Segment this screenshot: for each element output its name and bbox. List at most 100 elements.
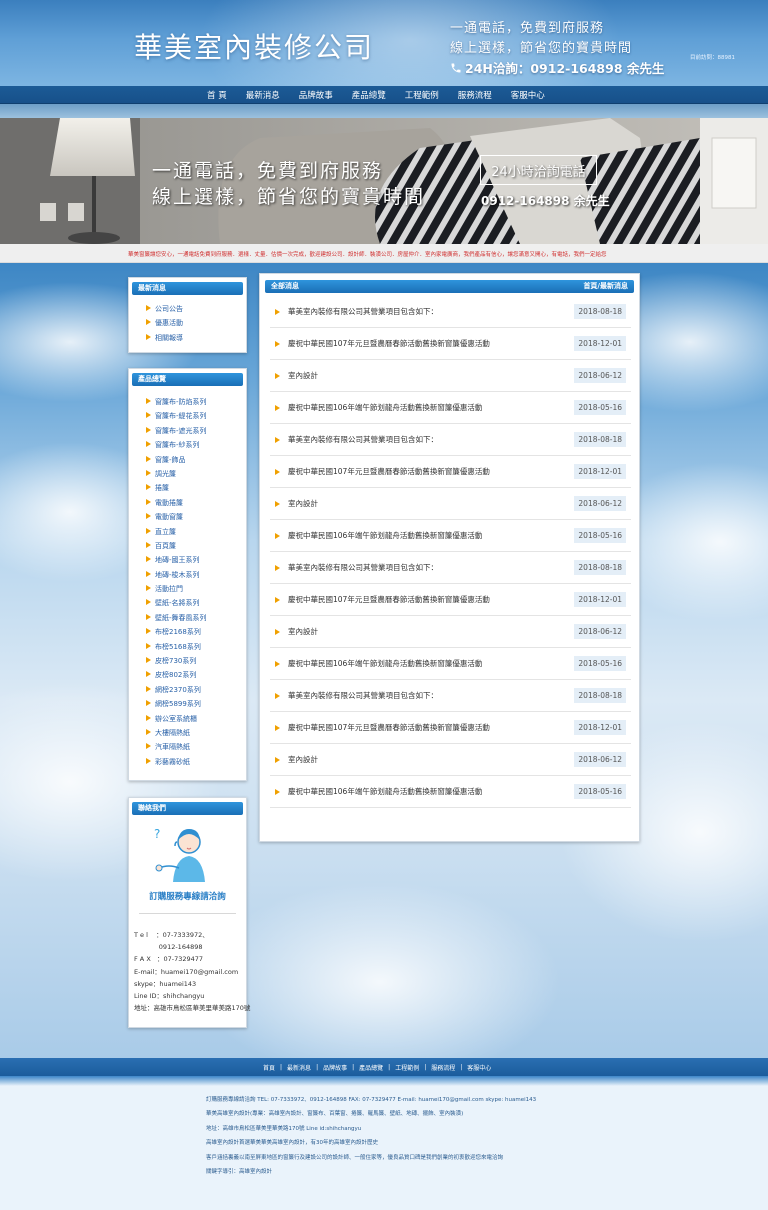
sidebar-product-item[interactable]: 網榜2370系列 <box>146 683 207 697</box>
sidebar-product-item[interactable]: 彩藝霧砂紙 <box>146 755 207 769</box>
news-row[interactable]: 慶祝中華民國106年端午節划龍舟活動舊換新窗簾優惠活動 2018-05-16 <box>270 392 631 424</box>
news-row-title[interactable]: 室內設計 <box>288 626 318 637</box>
news-row[interactable]: 慶祝中華民國107年元旦暨農曆春節活動舊換新窗簾優惠活動 2018-12-01 <box>270 712 631 744</box>
sidebar-news-item[interactable]: 公司公告 <box>146 302 183 316</box>
sidebar-product-item[interactable]: 電動捲簾 <box>146 496 207 510</box>
sidebar-product-item[interactable]: 窗簾布-遮光系列 <box>146 424 207 438</box>
sidebar-product-item[interactable]: 窗簾布-防焰系列 <box>146 395 207 409</box>
sidebar-product-item[interactable]: 窗簾布-紗系列 <box>146 438 207 452</box>
nav-item-brand-story[interactable]: 品牌故事 <box>299 89 333 101</box>
footer-nav-item[interactable]: 最新消息 <box>287 1063 311 1072</box>
sidebar-product-item[interactable]: 百頁簾 <box>146 539 207 553</box>
bullet-arrow-icon <box>146 441 151 448</box>
sidebar-product-item[interactable]: 布榜2168系列 <box>146 625 207 639</box>
news-row-title[interactable]: 華美室內裝修有限公司其營業項目包含如下： <box>288 306 438 317</box>
sidebar-product-item[interactable]: 地磚-梭木系列 <box>146 568 207 582</box>
footer-line-keywords: 關鍵字導引：高雄室內設計 <box>206 1169 273 1176</box>
nav-item-products[interactable]: 產品總覽 <box>352 89 386 101</box>
news-row[interactable]: 室內設計 2018-06-12 <box>270 744 631 776</box>
sidebar-product-item[interactable]: 電動窗簾 <box>146 510 207 524</box>
sidebar-product-item[interactable]: 皮榜730系列 <box>146 654 207 668</box>
news-row[interactable]: 室內設計 2018-06-12 <box>270 360 631 392</box>
footer-nav-item[interactable]: 品牌故事 <box>323 1063 347 1072</box>
news-row[interactable]: 室內設計 2018-06-12 <box>270 616 631 648</box>
sidebar-product-item[interactable]: 網榜5899系列 <box>146 697 207 711</box>
sidebar-product-item-label: 布榜2168系列 <box>155 628 201 637</box>
news-row[interactable]: 華美室內裝修有限公司其營業項目包含如下： 2018-08-18 <box>270 296 631 328</box>
sidebar-product-item[interactable]: 地磚-國王系列 <box>146 553 207 567</box>
news-row-title[interactable]: 華美室內裝修有限公司其營業項目包含如下： <box>288 690 438 701</box>
nav-item-home[interactable]: 首 頁 <box>207 89 227 101</box>
sidebar-product-item-label: 皮榜802系列 <box>155 671 197 680</box>
sidebar-product-item[interactable]: 皮榜802系列 <box>146 668 207 682</box>
sidebar-product-item[interactable]: 窗簾布-緹花系列 <box>146 409 207 423</box>
sidebar-product-item[interactable]: 辦公室系統櫃 <box>146 712 207 726</box>
news-row-title[interactable]: 慶祝中華民國106年端午節划龍舟活動舊換新窗簾優惠活動 <box>288 786 482 797</box>
news-row-title[interactable]: 慶祝中華民國107年元旦暨農曆春節活動舊換新窗簾優惠活動 <box>288 594 490 605</box>
site-title[interactable]: 華美室內裝修公司 <box>134 26 374 66</box>
news-row[interactable]: 室內設計 2018-06-12 <box>270 488 631 520</box>
sidebar-product-item[interactable]: 捲簾 <box>146 481 207 495</box>
news-row-left: 華美室內裝修有限公司其營業項目包含如下： <box>270 690 438 701</box>
footer-nav-item[interactable]: 工程範例 <box>395 1063 419 1072</box>
news-row-title[interactable]: 慶祝中華民國106年端午節划龍舟活動舊換新窗簾優惠活動 <box>288 402 482 413</box>
sidebar-news-item[interactable]: 優惠活動 <box>146 316 183 330</box>
news-row[interactable]: 華美室內裝修有限公司其營業項目包含如下： 2018-08-18 <box>270 424 631 456</box>
footer-shade <box>0 1076 768 1086</box>
bullet-arrow-icon <box>275 756 280 763</box>
news-row-title[interactable]: 華美室內裝修有限公司其營業項目包含如下： <box>288 562 438 573</box>
news-row[interactable]: 慶祝中華民國107年元旦暨農曆春節活動舊換新窗簾優惠活動 2018-12-01 <box>270 456 631 488</box>
news-row-title[interactable]: 慶祝中華民國107年元旦暨農曆春節活動舊換新窗簾優惠活動 <box>288 338 490 349</box>
sidebar-product-item[interactable]: 大樓隔熱紙 <box>146 726 207 740</box>
bullet-arrow-icon <box>146 484 151 491</box>
sidebar-product-item-label: 百頁簾 <box>155 541 176 550</box>
bullet-arrow-icon <box>275 660 280 667</box>
announcement-marquee: 華美窗簾讓您安心，一通電話免費到府服務．選樣．丈量．估價一次完成，歡迎建設公司．… <box>0 244 768 263</box>
sidebar-product-item-label: 壁紙-舞春風系列 <box>155 613 207 622</box>
news-row-title[interactable]: 室內設計 <box>288 498 318 509</box>
news-row-date: 2018-08-18 <box>574 560 626 575</box>
news-row[interactable]: 慶祝中華民國106年端午節划龍舟活動舊換新窗簾優惠活動 2018-05-16 <box>270 520 631 552</box>
footer-nav-separator: | <box>352 1063 355 1071</box>
news-row[interactable]: 慶祝中華民國107年元旦暨農曆春節活動舊換新窗簾優惠活動 2018-12-01 <box>270 584 631 616</box>
sidebar-product-item[interactable]: 布榜5168系列 <box>146 640 207 654</box>
bullet-arrow-icon <box>275 404 280 411</box>
sidebar-product-item[interactable]: 調光簾 <box>146 467 207 481</box>
news-row-title[interactable]: 慶祝中華民國107年元旦暨農曆春節活動舊換新窗簾優惠活動 <box>288 722 490 733</box>
news-row-title[interactable]: 室內設計 <box>288 754 318 765</box>
news-row[interactable]: 慶祝中華民國107年元旦暨農曆春節活動舊換新窗簾優惠活動 2018-12-01 <box>270 328 631 360</box>
news-row[interactable]: 華美室內裝修有限公司其營業項目包含如下： 2018-08-18 <box>270 552 631 584</box>
news-row[interactable]: 慶祝中華民國106年端午節划龍舟活動舊換新窗簾優惠活動 2018-05-16 <box>270 648 631 680</box>
news-row-title[interactable]: 慶祝中華民國107年元旦暨農曆春節活動舊換新窗簾優惠活動 <box>288 466 490 477</box>
breadcrumb[interactable]: 首頁/最新消息 <box>583 280 628 293</box>
sidebar-product-item[interactable]: 壁紙-名將系列 <box>146 596 207 610</box>
nav-item-news[interactable]: 最新消息 <box>246 89 280 101</box>
news-row-title[interactable]: 華美室內裝修有限公司其營業項目包含如下： <box>288 434 438 445</box>
sidebar-news-item-label: 優惠活動 <box>155 319 183 328</box>
sidebar-products-list: 窗簾布-防焰系列 窗簾布-緹花系列 窗簾布-遮光系列 窗簾布-紗系列 窗簾-飾品 調光簾捲… <box>146 395 207 769</box>
contact-email[interactable]: E-mail：huamei170@gmail.com <box>134 966 250 978</box>
sidebar-product-item-label: 汽車隔熱紙 <box>155 743 190 752</box>
footer-nav-item[interactable]: 產品總覽 <box>359 1063 383 1072</box>
sidebar-products-box: 產品總覽 窗簾布-防焰系列 窗簾布-緹花系列 窗簾布-遮光系列 窗簾布-紗系列 窗簾-飾… <box>128 368 247 781</box>
footer-nav-item[interactable]: 首頁 <box>263 1063 275 1072</box>
sidebar-product-item-label: 網榜5899系列 <box>155 700 201 709</box>
sidebar-product-item[interactable]: 窗簾-飾品 <box>146 453 207 467</box>
bullet-arrow-icon <box>146 455 151 462</box>
news-row[interactable]: 華美室內裝修有限公司其營業項目包含如下： 2018-08-18 <box>270 680 631 712</box>
news-row-title[interactable]: 慶祝中華民國106年端午節划龍舟活動舊換新窗簾優惠活動 <box>288 658 482 669</box>
nav-item-customer-service[interactable]: 客服中心 <box>511 89 545 101</box>
footer-nav-item[interactable]: 服務流程 <box>431 1063 455 1072</box>
sidebar-product-item[interactable]: 活動拉門 <box>146 582 207 596</box>
news-row[interactable]: 慶祝中華民國106年端午節划龍舟活動舊換新窗簾優惠活動 2018-05-16 <box>270 776 631 808</box>
news-row-title[interactable]: 室內設計 <box>288 370 318 381</box>
sidebar-product-item[interactable]: 壁紙-舞春風系列 <box>146 611 207 625</box>
nav-item-service-flow[interactable]: 服務流程 <box>458 89 492 101</box>
sidebar-product-item[interactable]: 直立簾 <box>146 525 207 539</box>
news-row-title[interactable]: 慶祝中華民國106年端午節划龍舟活動舊換新窗簾優惠活動 <box>288 530 482 541</box>
nav-item-projects[interactable]: 工程範例 <box>405 89 439 101</box>
bullet-arrow-icon <box>146 541 151 548</box>
sidebar-product-item[interactable]: 汽車隔熱紙 <box>146 740 207 754</box>
footer-nav-item[interactable]: 客服中心 <box>467 1063 491 1072</box>
sidebar-news-item[interactable]: 相關報導 <box>146 331 183 345</box>
